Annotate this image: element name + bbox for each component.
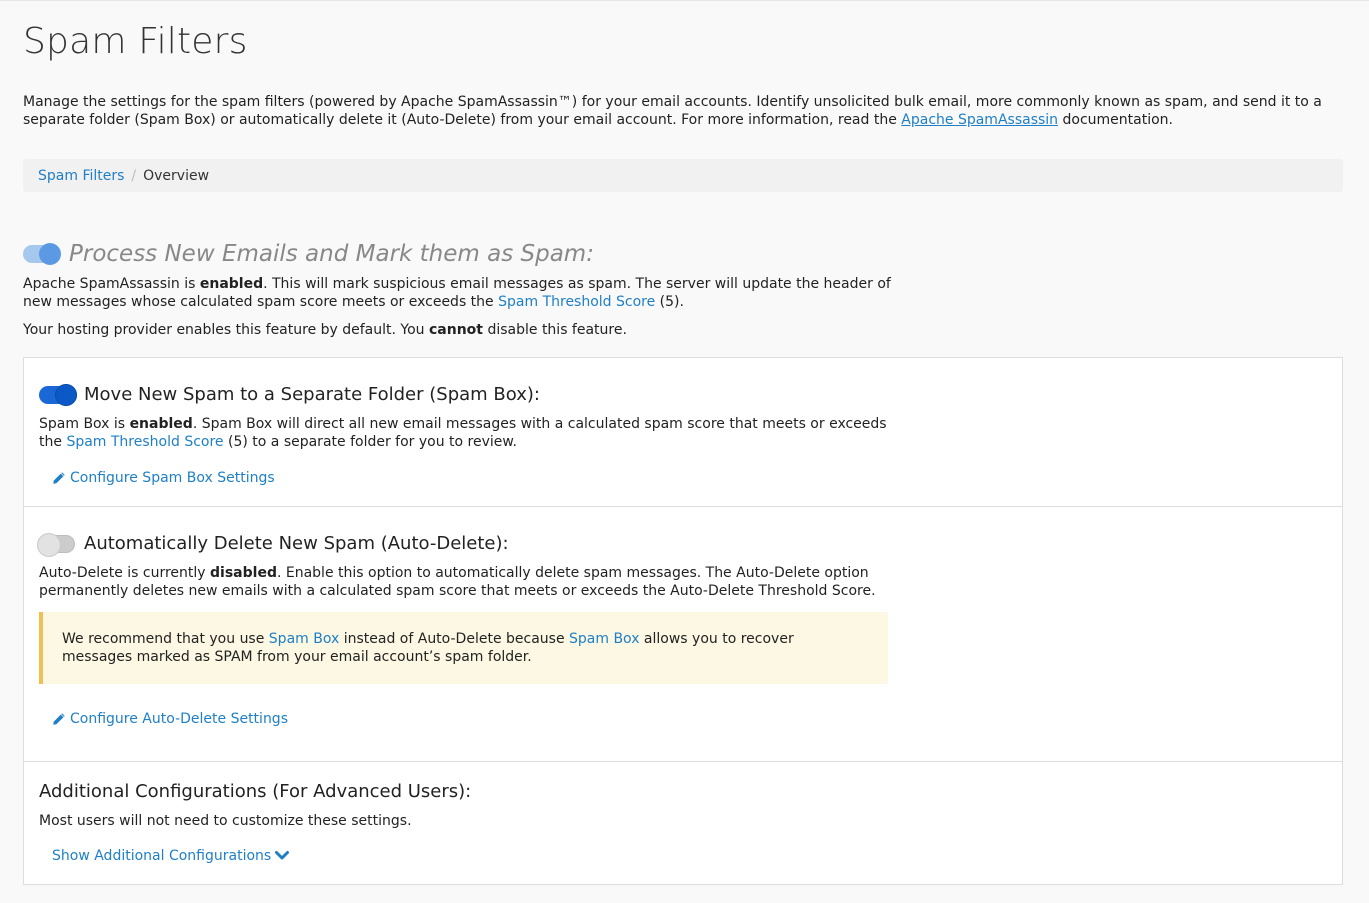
spam-box-description: Spam Box is enabled. Spam Box will direc… xyxy=(39,415,899,451)
recommendation-alert: We recommend that you use Spam Box inste… xyxy=(39,612,888,684)
status-enabled: enabled xyxy=(199,276,264,292)
note-text: Your hosting provider enables this featu… xyxy=(23,322,429,338)
auto-delete-panel: Automatically Delete New Spam (Auto-Dele… xyxy=(23,506,1343,762)
description-text: Spam Box is xyxy=(39,416,130,432)
auto-delete-description: Auto-Delete is currently disabled. Enabl… xyxy=(39,564,899,600)
spam-threshold-score-link[interactable]: Spam Threshold Score xyxy=(498,294,655,310)
process-emails-section: Process New Emails and Mark them as Spam… xyxy=(23,241,903,339)
process-emails-toggle[interactable] xyxy=(23,243,61,265)
alert-text: instead of Auto-Delete because xyxy=(339,631,570,647)
spam-box-toggle[interactable] xyxy=(39,383,77,406)
description-text: (5). xyxy=(655,294,684,310)
spam-box-panel: Move New Spam to a Separate Folder (Spam… xyxy=(23,357,1343,507)
note-cannot: cannot xyxy=(429,322,483,338)
chevron-down-icon xyxy=(275,851,290,860)
configure-auto-delete-button[interactable]: Configure Auto-Delete Settings xyxy=(52,711,288,727)
breadcrumb-separator: / xyxy=(131,167,137,184)
spam-box-heading: Move New Spam to a Separate Folder (Spam… xyxy=(84,384,540,405)
toggle-knob xyxy=(39,243,61,265)
alert-text: We recommend that you use xyxy=(62,631,269,647)
pencil-icon xyxy=(53,472,65,484)
status-disabled: disabled xyxy=(210,565,277,581)
description-text: Auto-Delete is currently xyxy=(39,565,211,581)
show-additional-configurations-button[interactable]: Show Additional Configurations xyxy=(52,848,290,864)
intro-text-end: documentation. xyxy=(1058,112,1173,128)
spam-threshold-score-link[interactable]: Spam Threshold Score xyxy=(66,434,223,450)
pencil-icon xyxy=(53,713,65,725)
page-title: Spam Filters xyxy=(23,21,248,62)
process-emails-heading: Process New Emails and Mark them as Spam… xyxy=(69,241,594,267)
auto-delete-heading: Automatically Delete New Spam (Auto-Dele… xyxy=(84,533,509,554)
status-enabled: enabled xyxy=(129,416,193,432)
spam-box-link[interactable]: Spam Box xyxy=(569,631,639,647)
configure-auto-delete-label: Configure Auto-Delete Settings xyxy=(70,711,288,727)
additional-configurations-heading: Additional Configurations (For Advanced … xyxy=(39,781,472,802)
description-text: Apache SpamAssassin is xyxy=(23,276,200,292)
apache-spamassassin-link[interactable]: Apache SpamAssassin xyxy=(901,112,1058,128)
additional-configurations-panel: Additional Configurations (For Advanced … xyxy=(23,761,1343,885)
toggle-knob xyxy=(55,383,77,406)
note-text: disable this feature. xyxy=(483,322,627,338)
breadcrumb-spam-filters[interactable]: Spam Filters xyxy=(38,168,124,184)
auto-delete-toggle[interactable] xyxy=(37,532,75,557)
toggle-knob xyxy=(37,532,61,557)
show-additional-configurations-label: Show Additional Configurations xyxy=(52,848,272,864)
process-emails-note: Your hosting provider enables this featu… xyxy=(23,321,903,339)
additional-configurations-text: Most users will not need to customize th… xyxy=(39,813,412,829)
spam-box-link[interactable]: Spam Box xyxy=(269,631,339,647)
page-intro: Manage the settings for the spam filters… xyxy=(23,93,1343,129)
configure-spam-box-button[interactable]: Configure Spam Box Settings xyxy=(52,470,275,486)
breadcrumb: Spam Filters / Overview xyxy=(23,159,1343,192)
description-text: (5) to a separate folder for you to revi… xyxy=(223,434,518,450)
process-emails-description: Apache SpamAssassin is enabled. This wil… xyxy=(23,275,903,311)
breadcrumb-overview: Overview xyxy=(143,167,210,184)
configure-spam-box-label: Configure Spam Box Settings xyxy=(70,470,275,486)
